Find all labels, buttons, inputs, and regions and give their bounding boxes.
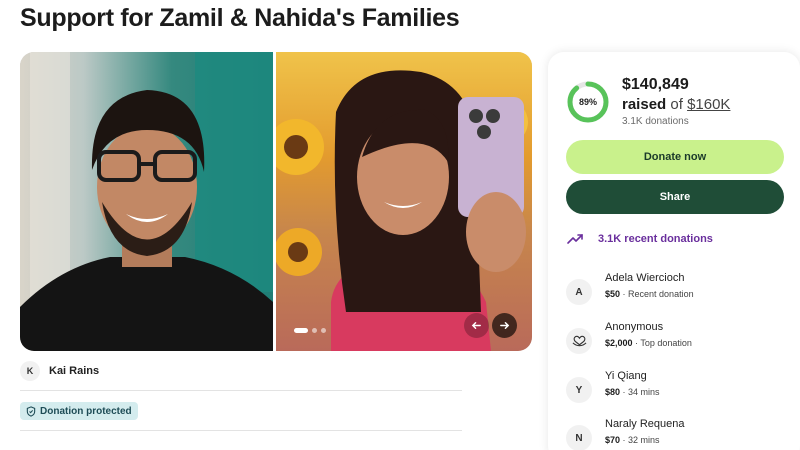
donor-meta: $80 · 34 mins <box>605 387 660 397</box>
share-button[interactable]: Share <box>566 180 784 214</box>
avatar: K <box>20 361 40 381</box>
donor-amount: $2,000 <box>605 338 633 348</box>
photo-gallery[interactable] <box>20 52 532 351</box>
list-item: N Naraly Requena $70 · 32 mins <box>566 418 784 450</box>
trending-up-icon <box>567 234 583 244</box>
progress-percent: 89% <box>578 97 597 107</box>
organizer-name[interactable]: Kai Rains <box>49 365 99 377</box>
shield-icon <box>26 405 36 417</box>
photo-zamil <box>20 52 273 351</box>
donor-note: 34 mins <box>628 387 660 397</box>
donor-meta: $2,000 · Top donation <box>605 338 692 348</box>
photo-nahida <box>276 52 532 351</box>
donor-note: Top donation <box>640 338 692 348</box>
avatar <box>566 328 592 354</box>
gallery-prev-button[interactable] <box>464 313 489 338</box>
donor-name: Adela Wiercioch <box>605 272 685 284</box>
badge-label: Donation protected <box>40 405 132 417</box>
arrow-left-icon <box>471 322 481 329</box>
recent-donations-label: 3.1K recent donations <box>598 233 713 245</box>
slide-indicator <box>294 328 326 333</box>
of-word: of <box>670 96 683 113</box>
avatar: N <box>566 425 592 450</box>
donor-name: Anonymous <box>605 321 664 333</box>
raised-goal-line: raised of $160K <box>622 96 730 113</box>
slide-dot[interactable] <box>321 328 326 333</box>
list-item: A Adela Wiercioch $50 · Recent donation <box>566 272 784 308</box>
donor-name: Yi Qiang <box>605 370 647 382</box>
donor-meta: $70 · 32 mins <box>605 435 660 445</box>
donor-note: Recent donation <box>628 289 694 299</box>
avatar: A <box>566 279 592 305</box>
donor-amount: $80 <box>605 387 621 397</box>
goal-amount[interactable]: $160K <box>687 96 730 113</box>
organizer-row[interactable]: K Kai Rains <box>20 360 460 382</box>
gallery-next-button[interactable] <box>492 313 517 338</box>
donor-note: 32 mins <box>628 435 660 445</box>
heart-hands-icon <box>572 335 586 347</box>
page-title: Support for Zamil & Nahida's Families <box>20 4 460 32</box>
slide-dot[interactable] <box>312 328 317 333</box>
divider <box>20 430 462 431</box>
slide-dot-active[interactable] <box>294 328 308 333</box>
donor-meta: $50 · Recent donation <box>605 289 694 299</box>
donation-count: 3.1K donations <box>622 116 689 127</box>
list-item: Anonymous $2,000 · Top donation <box>566 321 784 357</box>
divider <box>20 390 462 391</box>
arrow-right-icon <box>500 322 510 329</box>
donation-protected-badge[interactable]: Donation protected <box>20 402 138 420</box>
recent-donations-link[interactable]: 3.1K recent donations <box>566 229 784 249</box>
avatar: Y <box>566 377 592 403</box>
donate-now-button[interactable]: Donate now <box>566 140 784 174</box>
raised-word: raised <box>622 96 667 113</box>
donor-amount: $50 <box>605 289 621 299</box>
list-item: Y Yi Qiang $80 · 34 mins <box>566 370 784 406</box>
donor-amount: $70 <box>605 435 621 445</box>
raised-amount: $140,849 <box>622 76 689 93</box>
donor-name: Naraly Requena <box>605 418 685 430</box>
